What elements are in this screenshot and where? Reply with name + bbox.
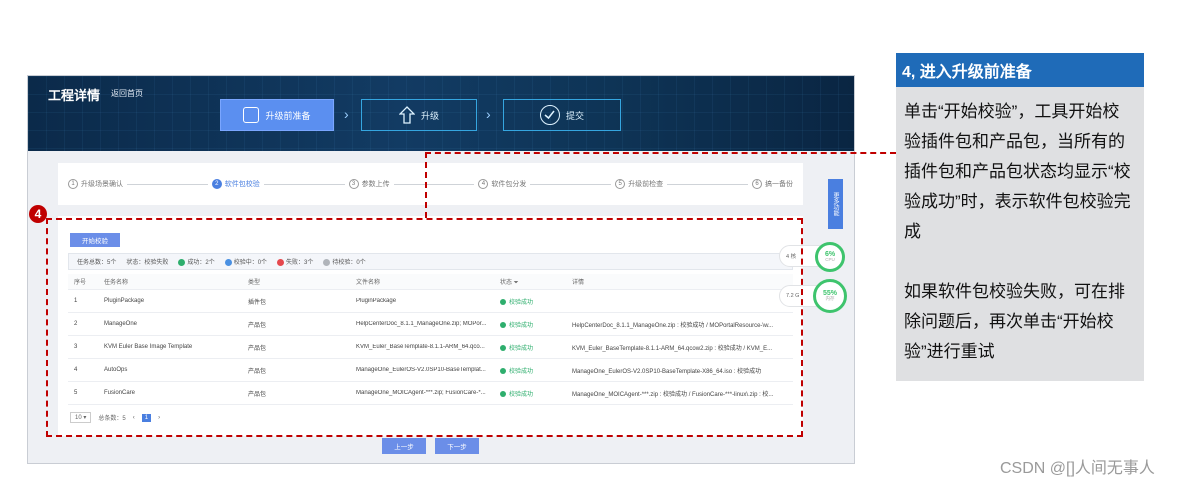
chevron-right-icon: ›: [344, 106, 349, 122]
step-label: 软件包分发: [491, 181, 527, 188]
step-number: 4: [478, 179, 489, 189]
step-label: 参数上传: [361, 181, 390, 188]
callout-paragraph: 如果软件包校验失败，可在排除问题后，再次单击“开始校验”进行重试: [904, 282, 1125, 361]
callout-body: 单击“开始校验”，工具开始校验插件包和产品包，当所有的插件包和产品包状态均显示“…: [896, 87, 1144, 381]
step-connector: [530, 183, 612, 185]
page-title: 工程详情: [48, 88, 101, 103]
step-number: 6: [751, 179, 762, 189]
upload-arrow-icon: [398, 106, 416, 124]
step-label: 软件包校验: [224, 181, 260, 188]
checklist-icon: [243, 107, 260, 123]
step-label: 升级前检查: [628, 181, 664, 188]
step-marker: 4: [29, 205, 47, 223]
page: 工程详情 返回首页 升级前准备 › 升级 › 提交 1 升级场景确认 2 软件包…: [0, 0, 1194, 483]
step-6[interactable]: 6 搞一备份: [751, 179, 793, 189]
step-number: 5: [615, 179, 626, 189]
stage-upgrade[interactable]: 升级: [361, 99, 477, 131]
step-connector: [393, 183, 475, 185]
memory-gauge: 55% 内存: [813, 279, 847, 313]
chevron-right-icon: ›: [486, 106, 491, 122]
more-functions-tab[interactable]: 更多功能: [828, 179, 843, 229]
stage-commit[interactable]: 提交: [503, 99, 621, 131]
next-step-button[interactable]: 下一步: [435, 438, 479, 454]
step-label: 升级场景确认: [81, 181, 123, 188]
callout-paragraph: 单击“开始校验”，工具开始校验插件包和产品包，当所有的插件包和产品包状态均显示“…: [904, 102, 1131, 241]
step-number: 3: [348, 179, 359, 189]
cpu-label: CPU: [825, 257, 835, 263]
check-circle-icon: [539, 105, 560, 125]
back-home-link[interactable]: 返回首页: [111, 88, 143, 99]
watermark: CSDN @[]人间无事人: [1000, 460, 1155, 477]
memory-label: 内存: [825, 296, 835, 302]
step-label: 搞一备份: [764, 181, 793, 188]
cpu-gauge: 6% CPU: [815, 242, 845, 272]
stage-label: 升级前准备: [265, 110, 311, 121]
step-number: 2: [211, 179, 222, 189]
step-3[interactable]: 3 参数上传: [348, 179, 390, 189]
stage-pre-upgrade[interactable]: 升级前准备: [220, 99, 334, 131]
callout-title: 4, 进入升级前准备: [896, 53, 1144, 87]
step-indicator: 1 升级场景确认 2 软件包校验 3 参数上传 4 软件包分发 5 升级前检查 6 搞一备份: [58, 163, 803, 205]
step-1[interactable]: 1 升级场景确认: [68, 179, 123, 189]
header-banner: 工程详情 返回首页 升级前准备 › 升级 › 提交: [28, 76, 854, 151]
stage-label: 提交: [565, 110, 584, 121]
prev-step-button[interactable]: 上一步: [382, 438, 426, 454]
stage-label: 升级: [420, 110, 439, 121]
step-2[interactable]: 2 软件包校验: [211, 179, 260, 189]
step-connector: [263, 183, 345, 185]
highlight-box: [46, 218, 803, 437]
step-5[interactable]: 5 升级前检查: [615, 179, 663, 189]
step-connector: [127, 183, 208, 185]
leader-line: [425, 152, 427, 218]
step-connector: [667, 183, 748, 185]
step-4[interactable]: 4 软件包分发: [478, 179, 526, 189]
step-number: 1: [68, 179, 78, 189]
leader-line: [425, 152, 896, 154]
